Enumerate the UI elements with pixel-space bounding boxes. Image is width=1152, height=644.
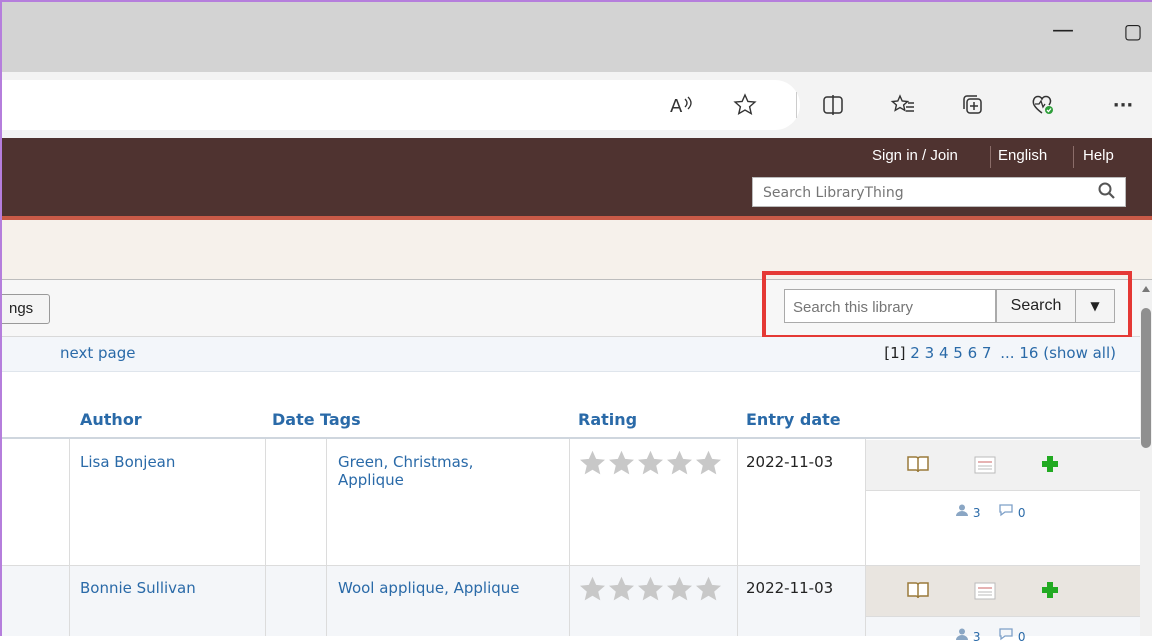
column-divider [326,439,327,636]
column-divider [737,439,738,636]
scroll-up-icon[interactable] [1141,282,1151,292]
members-count-value: 3 [972,506,981,520]
star-icon[interactable] [607,575,636,603]
site-search-box [752,177,1126,207]
search-icon[interactable] [1097,181,1117,205]
author-link[interactable]: Bonnie Sullivan [80,579,196,597]
tag-link[interactable]: Christmas [393,453,469,471]
add-book-icon[interactable] [1040,580,1060,604]
row-divider [866,616,1140,617]
tag-link[interactable]: Wool applique [338,579,444,597]
sign-in-link[interactable]: Sign in / Join [872,147,958,164]
window-maximize-button[interactable]: ▢ [1118,16,1148,46]
user-icon [956,628,968,640]
star-icon[interactable] [578,575,607,603]
page-link[interactable]: 7 [982,344,992,362]
browser-title-bar [0,2,1152,72]
favorites-icon[interactable] [886,88,920,122]
column-header-entry-date[interactable]: Entry date [746,410,841,429]
current-page: [1] [884,344,906,362]
page-link[interactable]: 6 [968,344,978,362]
members-count-value: 3 [972,630,981,644]
catalog-card-icon[interactable] [974,582,996,604]
members-count[interactable]: 3 [955,503,980,520]
tags-cell: Wool applique, Applique [338,579,520,597]
language-link[interactable]: English [998,147,1047,164]
star-icon[interactable] [665,575,694,603]
window-border [0,0,2,636]
last-page-link[interactable]: 16 [1019,344,1038,362]
page-link[interactable]: 5 [953,344,963,362]
reviews-count-value: 0 [1017,506,1026,520]
favorite-star-icon[interactable] [728,88,762,122]
header-link-separator [1073,146,1074,168]
column-header-date[interactable]: Date [272,410,315,429]
read-aloud-icon[interactable]: A [664,88,698,122]
reviews-count[interactable]: 0 [998,503,1025,520]
star-icon[interactable] [694,449,723,477]
tags-button[interactable]: ngs [0,294,50,324]
entry-date: 2022-11-03 [746,579,834,597]
svg-text:A: A [670,96,683,116]
page-link[interactable]: 2 [910,344,920,362]
page-link[interactable]: 4 [939,344,949,362]
site-search-input[interactable] [761,182,1085,204]
column-divider [265,439,266,636]
column-header-rating[interactable]: Rating [578,410,637,429]
split-screen-icon[interactable] [816,88,850,122]
star-icon[interactable] [607,449,636,477]
star-icon[interactable] [636,575,665,603]
entry-date: 2022-11-03 [746,453,834,471]
star-icon[interactable] [636,449,665,477]
add-book-icon[interactable] [1040,454,1060,478]
collections-icon[interactable] [956,88,990,122]
next-page-link[interactable]: next page [60,344,135,362]
comment-icon [999,504,1013,517]
tag-link[interactable]: Applique [454,579,520,597]
column-header-author[interactable]: Author [80,410,142,429]
book-icon[interactable] [906,454,930,478]
help-link[interactable]: Help [1083,147,1114,164]
rating-stars[interactable] [578,575,723,603]
tag-link[interactable]: Green [338,453,383,471]
star-icon[interactable] [694,575,723,603]
reviews-count-value: 0 [1017,630,1026,644]
column-divider [569,439,570,636]
header-link-separator [990,146,991,168]
pagination: [1] 2 3 4 5 6 7 ... 16 (show all) [884,344,1116,362]
highlight-box [762,271,1132,339]
row-divider [866,490,1140,491]
column-divider [69,439,70,636]
page-link[interactable]: 3 [925,344,935,362]
author-link[interactable]: Lisa Bonjean [80,453,175,471]
browser-essentials-icon[interactable] [1026,88,1060,122]
window-minimize-button[interactable]: — [1048,16,1078,46]
rating-stars[interactable] [578,449,723,477]
column-header-tags[interactable]: Tags [320,410,361,429]
window-border [0,0,1152,2]
comment-icon [999,628,1013,641]
user-icon [956,504,968,516]
tags-cell: Green, Christmas, Applique [338,453,474,489]
toolbar-separator [796,92,797,118]
tag-link[interactable]: Applique [338,471,404,489]
star-icon[interactable] [665,449,694,477]
pager-ellipsis: ... [1000,344,1015,362]
star-icon[interactable] [578,449,607,477]
catalog-card-icon[interactable] [974,456,996,478]
show-all-link[interactable]: (show all) [1043,344,1116,362]
scrollbar-thumb[interactable] [1141,308,1151,448]
book-icon[interactable] [906,580,930,604]
more-icon[interactable]: ··· [1106,88,1140,122]
